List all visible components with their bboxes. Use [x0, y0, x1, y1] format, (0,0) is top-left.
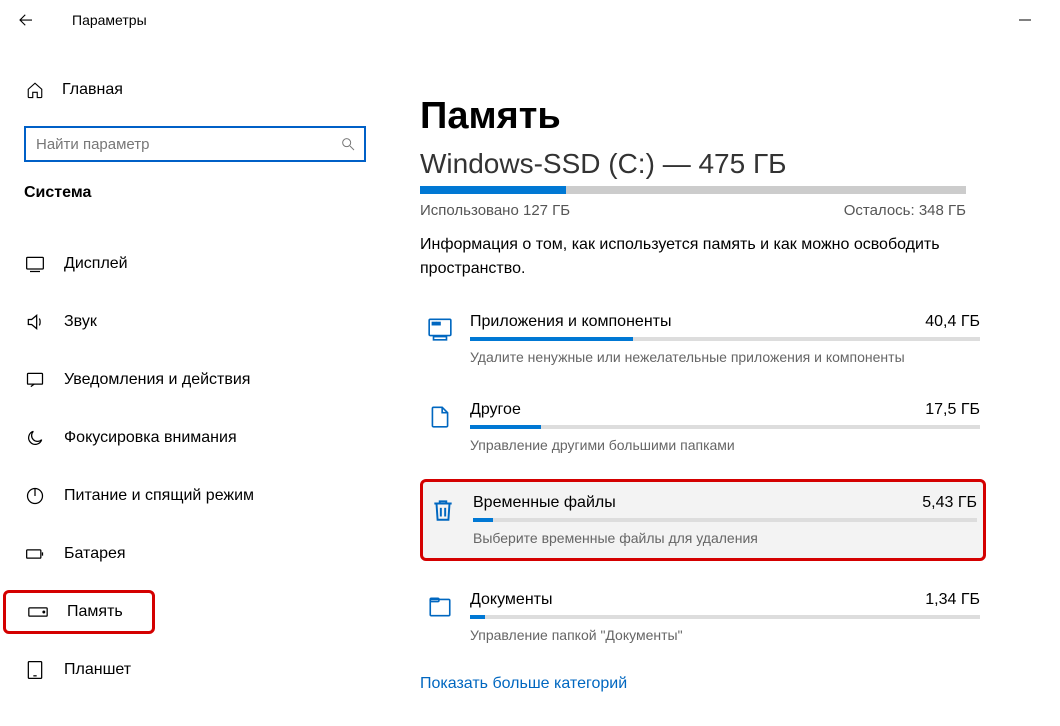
category-bar [470, 337, 980, 341]
window-title: Параметры [72, 12, 147, 28]
category-bar [470, 615, 980, 619]
category-size: 1,34 ГБ [925, 591, 980, 609]
tablet-icon [24, 659, 46, 681]
category-desc: Управление папкой "Документы" [470, 627, 980, 643]
folder-icon [426, 403, 454, 431]
category-name: Временные файлы [473, 494, 616, 512]
sound-icon [24, 311, 46, 333]
display-icon [24, 253, 46, 275]
category-name: Документы [470, 591, 552, 609]
drive-usage-bar [420, 186, 966, 194]
sidebar: Главная Система Дисплей [0, 40, 390, 726]
category-apps[interactable]: Приложения и компоненты 40,4 ГБ Удалите … [420, 303, 986, 375]
drive-title: Windows-SSD (C:) — 475 ГБ [420, 148, 1030, 180]
category-desc: Выберите временные файлы для удаления [473, 530, 977, 546]
sidebar-home[interactable]: Главная [0, 70, 390, 110]
battery-icon [24, 543, 46, 565]
moon-icon [24, 427, 46, 449]
apps-icon [426, 315, 454, 343]
free-label: Осталось: 348 ГБ [844, 202, 966, 219]
category-size: 40,4 ГБ [925, 313, 980, 331]
sidebar-item-storage[interactable]: Память [3, 590, 155, 634]
sidebar-item-label: Питание и спящий режим [64, 487, 254, 505]
sidebar-item-label: Фокусировка внимания [64, 429, 237, 447]
sidebar-item-battery[interactable]: Батарея [0, 532, 390, 576]
sidebar-item-label: Планшет [64, 661, 131, 679]
category-bar [470, 425, 980, 429]
sidebar-heading: Система [0, 184, 390, 222]
show-more-link[interactable]: Показать больше категорий [420, 675, 627, 693]
category-desc: Управление другими большими папками [470, 437, 980, 453]
sidebar-item-label: Батарея [64, 545, 126, 563]
category-name: Другое [470, 401, 521, 419]
category-bar [473, 518, 977, 522]
category-other[interactable]: Другое 17,5 ГБ Управление другими больши… [420, 391, 986, 463]
page-title: Память [420, 95, 1030, 138]
sidebar-item-label: Звук [64, 313, 97, 331]
category-documents[interactable]: Документы 1,34 ГБ Управление папкой "Док… [420, 581, 986, 653]
sidebar-item-label: Уведомления и действия [64, 371, 250, 389]
used-label: Использовано 127 ГБ [420, 202, 570, 219]
sidebar-item-sound[interactable]: Звук [0, 300, 390, 344]
category-desc: Удалите ненужные или нежелательные прило… [470, 349, 980, 365]
sidebar-item-display[interactable]: Дисплей [0, 242, 390, 286]
search-input[interactable] [24, 126, 366, 162]
minimize-button[interactable] [1002, 4, 1048, 36]
category-size: 5,43 ГБ [922, 494, 977, 512]
storage-desc: Информация о том, как используется памят… [420, 233, 966, 281]
category-name: Приложения и компоненты [470, 313, 671, 331]
search-icon [340, 136, 356, 152]
sidebar-item-label: Память [67, 603, 123, 621]
back-button[interactable] [12, 6, 40, 34]
sidebar-item-tablet[interactable]: Планшет [0, 648, 390, 692]
documents-icon [426, 593, 454, 621]
category-temp-files[interactable]: Временные файлы 5,43 ГБ Выберите временн… [420, 479, 986, 561]
sidebar-home-label: Главная [62, 81, 123, 99]
main-content: Память Windows-SSD (C:) — 475 ГБ Использ… [390, 40, 1060, 726]
notifications-icon [24, 369, 46, 391]
power-icon [24, 485, 46, 507]
home-icon [24, 79, 46, 101]
category-size: 17,5 ГБ [925, 401, 980, 419]
sidebar-item-label: Дисплей [64, 255, 128, 273]
sidebar-item-focus[interactable]: Фокусировка внимания [0, 416, 390, 460]
sidebar-item-power[interactable]: Питание и спящий режим [0, 474, 390, 518]
storage-icon [27, 601, 49, 623]
sidebar-item-notifications[interactable]: Уведомления и действия [0, 358, 390, 402]
trash-icon [429, 496, 457, 524]
